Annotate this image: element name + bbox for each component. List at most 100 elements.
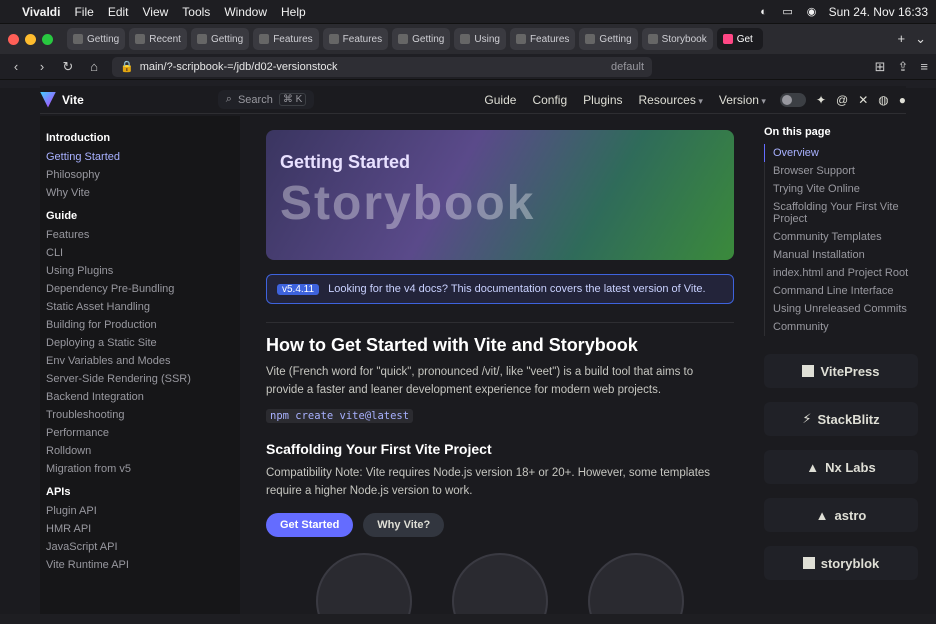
site-logo[interactable]: Vite (40, 91, 84, 108)
menu-edit[interactable]: Edit (108, 5, 129, 19)
theme-toggle[interactable] (779, 92, 806, 107)
site-navbar: Vite ⌕ Search ⌘ K Guide Config Plugins R… (40, 86, 906, 114)
nav-config[interactable]: Config (532, 93, 567, 107)
close-window-button[interactable] (8, 33, 19, 45)
tab-list-icon[interactable]: ⌄ (915, 31, 926, 47)
menu-view[interactable]: View (143, 5, 169, 19)
sidebar-item-using-plugins[interactable]: Using Plugins (46, 262, 234, 280)
sponsor-vitepress[interactable]: VitePress (764, 354, 918, 388)
toc-item[interactable]: Community Templates (764, 228, 918, 246)
sidebar-item-building[interactable]: Building for Production (46, 316, 234, 334)
minimize-window-button[interactable] (25, 33, 36, 45)
menu-tools[interactable]: Tools (182, 5, 210, 19)
browser-tab[interactable]: Getting (579, 28, 638, 50)
browser-tab[interactable]: Features (322, 28, 389, 50)
menu-window[interactable]: Window (224, 5, 267, 19)
sidebar-item-dep-prebundling[interactable]: Dependency Pre-Bundling (46, 280, 234, 298)
sidebar-item-backend[interactable]: Backend Integration (46, 388, 234, 406)
why-vite-button[interactable]: Why Vite? (363, 513, 445, 538)
sidebar-item-runtime-api[interactable]: Vite Runtime API (46, 556, 234, 574)
sidebar-item-performance[interactable]: Performance (46, 424, 234, 442)
banner-kicker: Getting Started (280, 152, 411, 172)
browser-tab[interactable]: Getting (190, 28, 250, 50)
browser-tab[interactable]: Using (454, 28, 506, 50)
share-icon[interactable]: ⇪ (898, 59, 909, 75)
control-center-icon[interactable]: ◉ (805, 5, 819, 19)
mastodon-icon[interactable]: @ (836, 93, 848, 107)
toc-item[interactable]: Browser Support (764, 162, 918, 180)
github-icon[interactable]: ● (899, 93, 906, 107)
sponsor-nx-labs[interactable]: ▲ Nx Labs (764, 450, 918, 484)
browser-tab[interactable]: Getting (392, 28, 451, 50)
sidebar-item-features[interactable]: Features (46, 226, 234, 244)
toc-item[interactable]: Command Line Interface (764, 282, 918, 300)
forward-icon[interactable]: › (34, 59, 50, 74)
address-toolbar: ‹ › ↻ ⌂ 🔒 main/?-scripbook-=/jdb/d02-ver… (0, 54, 936, 80)
menu-help[interactable]: Help (281, 5, 306, 19)
install-command[interactable]: npm create vite@latest (266, 408, 414, 423)
browser-tab[interactable]: Features (253, 28, 319, 50)
nav-version[interactable]: Version (719, 93, 766, 107)
home-icon[interactable]: ⌂ (86, 59, 102, 74)
toc-item[interactable]: Using Unreleased Commits (764, 300, 918, 318)
battery-icon[interactable]: ▭ (781, 5, 795, 19)
menu-file[interactable]: File (74, 5, 93, 19)
sponsor-stackblitz[interactable]: ⚡ StackBlitz (764, 402, 918, 436)
browser-tab-strip: Getting Recent Getting Features Features… (0, 24, 936, 54)
menubar-datetime[interactable]: Sun 24. Nov 16:33 (829, 5, 928, 19)
banner-title: Storybook (280, 177, 536, 230)
nav-plugins[interactable]: Plugins (583, 93, 622, 107)
menu-icon[interactable]: ≡ (920, 59, 928, 75)
address-field[interactable]: 🔒 main/?-scripbook-=/jdb/d02-versionstoc… (112, 56, 652, 77)
sidebar-item-getting-started[interactable]: Getting Started (46, 148, 234, 166)
sidebar-item-ssr[interactable]: Server-Side Rendering (SSR) (46, 370, 234, 388)
browser-tab-active[interactable]: Get (716, 28, 763, 50)
nav-guide[interactable]: Guide (484, 93, 516, 107)
browser-tab[interactable]: Getting (67, 28, 126, 50)
browser-status-bar (0, 614, 936, 624)
discord-icon[interactable]: ◍ (878, 93, 888, 107)
wifi-icon[interactable]: ◐ (757, 5, 771, 19)
sidebar-item-cli[interactable]: CLI (46, 244, 234, 262)
toc-item[interactable]: Trying Vite Online (764, 180, 918, 198)
vitepress-logo-icon (802, 365, 815, 377)
sidebar-group-title: Introduction (46, 132, 111, 144)
tab-label: Getting (210, 33, 244, 45)
menu-app-name[interactable]: Vivaldi (22, 5, 60, 19)
sidebar-item-static-assets[interactable]: Static Asset Handling (46, 298, 234, 316)
browser-tab[interactable]: Storybook (641, 28, 713, 50)
sidebar-item-troubleshooting[interactable]: Troubleshooting (46, 406, 234, 424)
sidebar-item-philosophy[interactable]: Philosophy (46, 166, 234, 184)
sidebar-item-rolldown[interactable]: Rolldown (46, 442, 234, 460)
toc-item[interactable]: Overview (764, 144, 918, 162)
sponsor-storyblok[interactable]: storyblok (764, 546, 918, 580)
toc-item[interactable]: Manual Installation (764, 246, 918, 264)
browser-tab[interactable]: Features (509, 28, 576, 50)
sidebar-item-hmr-api[interactable]: HMR API (46, 520, 234, 538)
toc-item[interactable]: Community (764, 318, 918, 336)
search-button[interactable]: ⌕ Search ⌘ K (217, 90, 315, 109)
sidebar-item-migration[interactable]: Migration from v5 (46, 460, 234, 478)
outline-title: On this page (764, 126, 831, 138)
reload-icon[interactable]: ↻ (60, 59, 76, 75)
sidebar-item-plugin-api[interactable]: Plugin API (46, 502, 234, 520)
tab-label: Features (529, 33, 570, 45)
sidebar-item-javascript-api[interactable]: JavaScript API (46, 538, 234, 556)
sidebar-item-deploying[interactable]: Deploying a Static Site (46, 334, 234, 352)
extensions-icon[interactable]: ⊞ (875, 59, 886, 75)
toc-item[interactable]: Scaffolding Your First Vite Project (764, 198, 918, 228)
x-icon[interactable]: ✕ (858, 93, 868, 107)
sidebar-item-env-variables[interactable]: Env Variables and Modes (46, 352, 234, 370)
nav-resources[interactable]: Resources (639, 93, 703, 107)
section-heading: How to Get Started with Vite and Storybo… (266, 322, 734, 356)
zoom-window-button[interactable] (42, 33, 53, 45)
get-started-button[interactable]: Get Started (266, 513, 354, 538)
sponsor-astro[interactable]: ▲ astro (764, 498, 918, 532)
new-tab-icon[interactable]: + (898, 31, 906, 47)
sidebar-item-why-vite[interactable]: Why Vite (46, 184, 234, 202)
back-icon[interactable]: ‹ (8, 59, 24, 74)
toc-item[interactable]: index.html and Project Root (764, 264, 918, 282)
nav-links: Guide Config Plugins Resources Version (484, 93, 766, 107)
browser-tab[interactable]: Recent (129, 28, 187, 50)
bluesky-icon[interactable]: ✦ (816, 93, 826, 107)
